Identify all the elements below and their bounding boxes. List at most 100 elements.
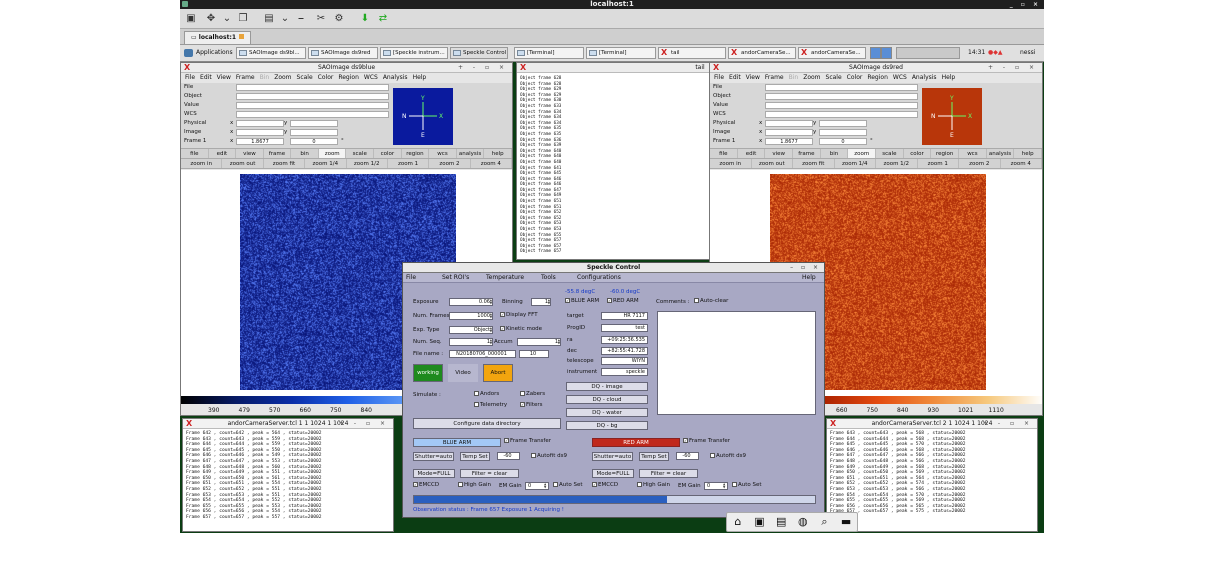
workspace-pager[interactable] xyxy=(870,47,892,59)
exposure-input[interactable]: 0.06 ▲ ▼ xyxy=(449,298,493,306)
ds9-button-zoom-fit[interactable]: zoom fit xyxy=(264,159,306,168)
video-button[interactable]: Video xyxy=(448,364,478,382)
menu-edit[interactable]: Edit xyxy=(729,74,741,81)
ds9-button-zoom-4[interactable]: zoom 4 xyxy=(1001,159,1042,168)
globe-icon[interactable]: ◍ xyxy=(796,515,810,529)
menu-scale[interactable]: Scale xyxy=(826,74,842,81)
menu-scale[interactable]: Scale xyxy=(297,74,313,81)
exp-type-select[interactable]: Object ▲ ▼ xyxy=(449,326,493,334)
terminal-output[interactable]: Frame 642 , count=642 , peak = 564 , sta… xyxy=(186,431,390,529)
spinner-icon[interactable]: ▲ ▼ xyxy=(556,339,560,345)
ds9-button-region[interactable]: region xyxy=(402,149,430,158)
task-andor-2[interactable]: XandorCameraSe... xyxy=(798,47,866,59)
search-icon[interactable]: ⌕ xyxy=(817,515,831,529)
spinner-icon[interactable]: ▲ ▼ xyxy=(546,299,550,305)
ds9-button-zoom-2[interactable]: zoom 2 xyxy=(429,159,471,168)
menu-edit[interactable]: Edit xyxy=(200,74,212,81)
ds9-button-zoom-1-4[interactable]: zoom 1/4 xyxy=(305,159,347,168)
task-tail[interactable]: Xtail xyxy=(658,47,726,59)
blue-filter-button[interactable]: Filter = clear xyxy=(460,469,519,478)
ds9-button-zoom[interactable]: zoom xyxy=(318,149,347,158)
sim-filters[interactable]: ✓ Filters xyxy=(520,402,543,408)
chevron-down-icon[interactable]: ▲ ▼ xyxy=(488,327,492,333)
red-autofit-toggle[interactable]: Autofit ds9 xyxy=(710,453,746,459)
ds9-button-edit[interactable]: edit xyxy=(738,149,766,158)
red-mode-button[interactable]: Mode=FULL xyxy=(592,469,634,478)
sim-telemetry[interactable]: Telemetry xyxy=(474,402,507,408)
menu-bin[interactable]: Bin xyxy=(260,74,270,81)
auto-clear-toggle[interactable]: Auto-clear xyxy=(694,298,728,304)
window-controls-icon[interactable]: – ▫ × xyxy=(790,263,821,273)
terminal-output[interactable]: Frame 643 , count=643 , peak = 568 , sta… xyxy=(830,431,1034,529)
blue-frame-transfer-toggle[interactable]: ✓ Frame Transfer xyxy=(504,438,551,444)
blue-em-gain-input[interactable]: 0 ▲ ▼ xyxy=(525,482,549,490)
ds9-button-zoom-1[interactable]: zoom 1 xyxy=(918,159,959,168)
working-button[interactable]: working xyxy=(413,364,443,382)
applications-menu[interactable]: Applications xyxy=(184,47,233,59)
task-ds9red[interactable]: SAOImage ds9red xyxy=(308,47,378,59)
ds9-button-zoom-1-2[interactable]: zoom 1/2 xyxy=(347,159,388,168)
ds9-button-wcs[interactable]: wcs xyxy=(429,149,457,158)
red-shutter-button[interactable]: Shutter=auto xyxy=(592,452,633,461)
ds9-button-zoom-2[interactable]: zoom 2 xyxy=(959,159,1001,168)
target-input[interactable]: HR 7117 xyxy=(601,312,648,320)
menu-tools[interactable]: Tools xyxy=(541,273,556,283)
panner[interactable]: Y X N E xyxy=(393,88,453,145)
menu-help[interactable]: Help xyxy=(413,74,427,81)
ds9-button-help[interactable]: help xyxy=(1014,149,1042,158)
abort-button[interactable]: Abort xyxy=(483,364,513,382)
menu-help[interactable]: Help xyxy=(942,74,956,81)
menu-color[interactable]: Color xyxy=(847,74,863,81)
ds9-button-file[interactable]: file xyxy=(181,149,209,158)
ds9-button-view[interactable]: view xyxy=(236,149,264,158)
menu-frame[interactable]: Frame xyxy=(236,74,255,81)
blue-autofit-toggle[interactable]: Autofit ds9 xyxy=(531,453,567,459)
transfer-icon[interactable]: ⇄ xyxy=(376,12,390,26)
settings-icon[interactable]: ⚙ xyxy=(332,12,346,26)
home-icon[interactable]: ⌂ xyxy=(731,515,745,529)
menu-region[interactable]: Region xyxy=(867,74,888,81)
menu-analysis[interactable]: Analysis xyxy=(383,74,408,81)
window-controls-icon[interactable]: + - ▫ × xyxy=(988,63,1038,73)
menu-wcs[interactable]: WCS xyxy=(364,74,378,81)
red-emccd-toggle[interactable]: ✓ EMCCD xyxy=(592,482,618,488)
ds9-button-frame[interactable]: frame xyxy=(793,149,821,158)
ds9-button-color[interactable]: color xyxy=(904,149,932,158)
ds9-button-frame[interactable]: frame xyxy=(264,149,292,158)
tools-icon[interactable]: ✂ xyxy=(314,12,328,26)
blue-arm-toggle[interactable]: ✓ BLUE ARM xyxy=(565,298,599,304)
tab-close-icon[interactable] xyxy=(239,34,245,39)
comments-textarea[interactable] xyxy=(657,311,816,415)
ds9-button-zoom-1-2[interactable]: zoom 1/2 xyxy=(876,159,918,168)
blue-temp-set-button[interactable]: Temp Set xyxy=(460,452,490,461)
telescope-input[interactable]: WIYN xyxy=(601,357,648,365)
ds9-button-zoom-1[interactable]: zoom 1 xyxy=(388,159,430,168)
ds9-button-file[interactable]: file xyxy=(710,149,738,158)
display-fft-toggle[interactable]: ✓ Display FFT xyxy=(500,312,538,318)
ds9-button-zoom[interactable]: zoom xyxy=(848,149,877,158)
blue-high-gain-toggle[interactable]: High Gain xyxy=(458,482,491,488)
blue-temp-input[interactable]: -60 xyxy=(497,452,520,460)
menu-file[interactable]: File xyxy=(406,273,416,283)
folder-icon[interactable]: ▬ xyxy=(839,515,853,529)
menu-frame[interactable]: Frame xyxy=(765,74,784,81)
blue-mode-button[interactable]: Mode=FULL xyxy=(413,469,455,478)
menu-bin[interactable]: Bin xyxy=(789,74,799,81)
panner[interactable]: Y X N E xyxy=(922,88,982,145)
copy-icon[interactable]: ❐ xyxy=(236,12,250,26)
progid-input[interactable]: test xyxy=(601,324,648,332)
task-speckle-control[interactable]: Speckle Control xyxy=(450,47,508,59)
ds9-button-scale[interactable]: scale xyxy=(346,149,375,158)
blue-auto-set-toggle[interactable]: Auto Set xyxy=(553,482,583,488)
dq-bg-button[interactable]: DQ - bg xyxy=(566,421,648,430)
menu-view[interactable]: View xyxy=(217,74,231,81)
accum-input[interactable]: 1 ▲ ▼ xyxy=(517,338,561,346)
document-icon[interactable]: ▤ xyxy=(774,515,788,529)
menu-file[interactable]: File xyxy=(714,74,724,81)
ds9-button-zoom-1-4[interactable]: zoom 1/4 xyxy=(835,159,876,168)
tray-icons[interactable]: ●◆▲ xyxy=(988,47,1002,59)
ds9-button-zoom-fit[interactable]: zoom fit xyxy=(793,159,835,168)
dec-input[interactable]: +82:55:41.728 xyxy=(601,347,648,355)
chevron-down-icon[interactable]: ⌄ xyxy=(220,12,234,26)
terminal-icon[interactable]: ▣ xyxy=(752,515,766,529)
